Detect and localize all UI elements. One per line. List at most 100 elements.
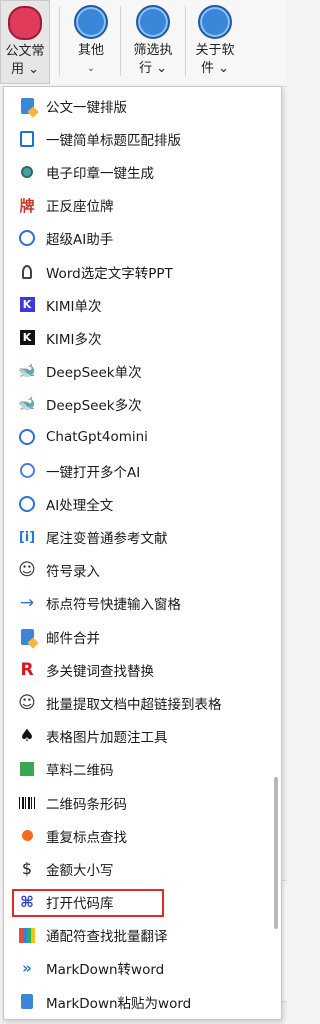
menu-item[interactable]: → 标点符号快捷输入窗格	[4, 587, 281, 620]
books-icon	[16, 924, 38, 946]
ribbon-separator	[185, 6, 186, 76]
raspberry-logo-icon	[8, 6, 42, 40]
menu-item-label: 一键打开多个AI	[46, 464, 141, 481]
menu-item-label: MarkDown转word	[46, 962, 165, 979]
menu-item-label: 多关键词查找替换	[46, 663, 154, 680]
menu-item-label: 二维码条形码	[46, 796, 127, 813]
blue-doc-icon	[16, 128, 38, 150]
openai-icon	[16, 426, 38, 448]
menu-item-label: 标点符号快捷输入窗格	[46, 597, 181, 614]
menu-item[interactable]: 一键打开多个AI	[4, 454, 281, 487]
menu-item[interactable]: MarkDown粘贴为word	[4, 985, 281, 1018]
group-official-docs-label: 公文常 用 ⌄	[5, 44, 45, 77]
smile-icon: ☺	[18, 560, 36, 581]
menu-item-label: 通配符查找批量翻译	[46, 929, 168, 946]
dollar-icon: $	[21, 859, 33, 879]
menu-item[interactable]: $ 金额大小写	[4, 852, 281, 885]
menu-item[interactable]: 🐋 DeepSeek单次	[4, 355, 281, 388]
chevron-down-icon: ⌄	[86, 63, 96, 74]
menu-item-label: 超级AI助手	[46, 232, 114, 249]
openai-icon	[16, 227, 38, 249]
scrollbar-thumb[interactable]	[274, 777, 278, 929]
menu-item[interactable]: 邮件合并	[4, 620, 281, 653]
ribbon-group-other[interactable]: 其他 ⌄	[68, 0, 114, 86]
menu-item-label: 电子印章一键生成	[46, 165, 154, 182]
ribbon-group-filter-execute[interactable]: 筛选执 行 ⌄	[125, 0, 181, 86]
menu-item-label: KIMI多次	[46, 331, 102, 348]
highlight-box	[12, 888, 164, 917]
arrow-icon: →	[19, 593, 35, 614]
menu-item[interactable]: 二维码条形码	[4, 786, 281, 819]
menu-item-label: ChatGpt4omini	[46, 429, 148, 446]
markdown-icon: »	[22, 959, 32, 978]
menu-item-label: 公文一键排版	[46, 99, 127, 116]
menu-item[interactable]: K KIMI单次	[4, 288, 281, 321]
menu-item[interactable]: R 多关键词查找替换	[4, 653, 281, 686]
menu-list: 公文一键排版 一键简单标题匹配排版 电子印章一键生成牌正反座位牌 超级AI助手 Word…	[4, 89, 281, 1018]
other-icon	[74, 5, 108, 39]
about-icon	[198, 5, 232, 39]
menu-item-label: AI处理全文	[46, 497, 114, 514]
smile-icon: ☺	[18, 692, 36, 713]
menu-item-label: DeepSeek单次	[46, 365, 142, 382]
menu-item-label: 符号录入	[46, 564, 100, 581]
menu-item[interactable]: K KIMI多次	[4, 321, 281, 354]
ribbon-group-about[interactable]: 关于软 件 ⌄	[190, 0, 240, 86]
menu-item-label: 金额大小写	[46, 862, 114, 879]
menu-item-label: 邮件合并	[46, 630, 100, 647]
menu-item-label: 重复标点查找	[46, 829, 127, 846]
menu-item[interactable]: » MarkDown转word	[4, 952, 281, 985]
menu-item[interactable]: ☺ 符号录入	[4, 554, 281, 587]
barcode-icon	[16, 792, 38, 814]
menu-item-label: DeepSeek多次	[46, 398, 142, 415]
menu-item[interactable]: ♠ 表格图片加题注工具	[4, 720, 281, 753]
group-about-label: 关于软 件 ⌄	[195, 43, 235, 76]
menu-item-label: MarkDown粘贴为word	[46, 995, 192, 1012]
qr-icon	[16, 758, 38, 780]
globe-icon	[16, 460, 38, 482]
menu-item[interactable]: 通配符查找批量翻译	[4, 919, 281, 952]
menu-item-label: 尾注变普通参考文献	[46, 531, 168, 548]
menu-item[interactable]: 重复标点查找	[4, 819, 281, 852]
menu-item-label: 一键简单标题匹配排版	[46, 132, 181, 149]
menu-item[interactable]: 电子印章一键生成	[4, 155, 281, 188]
pin-icon	[16, 261, 38, 283]
doc-icon	[16, 626, 38, 648]
spade-icon: ♠	[19, 726, 35, 747]
doc-icon	[16, 95, 38, 117]
menu-item[interactable]: 超级AI助手	[4, 222, 281, 255]
menu-item-label: Word选定文字转PPT	[46, 265, 173, 282]
filter-execute-icon	[136, 5, 170, 39]
menu-item-label: KIMI单次	[46, 298, 102, 315]
menu-item[interactable]: 草料二维码	[4, 753, 281, 786]
group-other-label: 其他 ⌄	[68, 42, 114, 78]
kimi-icon: K	[16, 294, 38, 316]
ribbon-group-official-docs[interactable]: 公文常 用 ⌄	[0, 0, 50, 84]
chevron-down-icon: ⌄	[218, 61, 230, 76]
menu-item[interactable]: ⌘ 打开代码库	[4, 886, 281, 919]
menu-item[interactable]: ☺ 批量提取文档中超链接到表格	[4, 686, 281, 719]
menu-item[interactable]: 一键简单标题匹配排版	[4, 122, 281, 155]
menu-item[interactable]: 🐋 DeepSeek多次	[4, 388, 281, 421]
orange-dot-icon	[16, 825, 38, 847]
ribbon-separator	[120, 6, 121, 76]
bracket-icon: [i]	[18, 529, 36, 545]
dropdown-menu: 公文一键排版 一键简单标题匹配排版 电子印章一键生成牌正反座位牌 超级AI助手 Word…	[3, 86, 282, 1020]
seat-card-icon: 牌	[19, 196, 35, 215]
menu-item[interactable]: [i] 尾注变普通参考文献	[4, 520, 281, 553]
chevron-down-icon: ⌄	[156, 61, 168, 76]
deepseek-multi-icon: 🐋	[18, 396, 36, 413]
kimi-dark-icon: K	[16, 327, 38, 349]
menu-item[interactable]: 牌正反座位牌	[4, 189, 281, 222]
menu-item[interactable]: Word选定文字转PPT	[4, 255, 281, 288]
menu-item[interactable]: 公文一键排版	[4, 89, 281, 122]
openai-icon	[16, 493, 38, 515]
menu-item[interactable]: ChatGpt4omini	[4, 421, 281, 454]
menu-item-label: 正反座位牌	[46, 199, 114, 216]
menu-item-label: 批量提取文档中超链接到表格	[46, 696, 222, 713]
chevron-down-icon: ⌄	[28, 62, 40, 77]
group-filter-label: 筛选执 行 ⌄	[133, 43, 173, 76]
clipboard-icon	[16, 991, 38, 1013]
seal-icon	[16, 161, 38, 183]
menu-item[interactable]: AI处理全文	[4, 487, 281, 520]
